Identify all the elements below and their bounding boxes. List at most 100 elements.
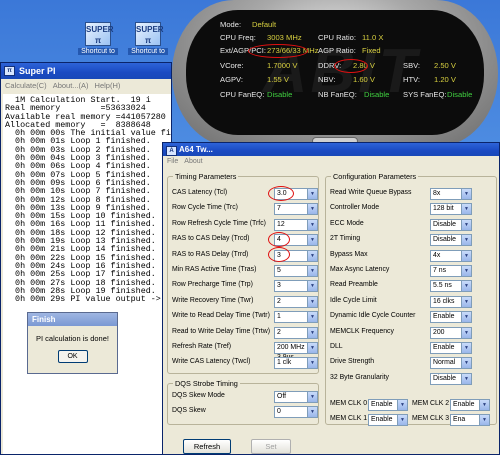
setting-dropdown[interactable]: 2 ▼ [274,326,318,339]
setting-dropdown[interactable]: 5.5 ns ▼ [430,280,472,293]
dropdown-arrow-icon[interactable]: ▼ [397,400,407,410]
setting-label: DQS Skew Mode [172,392,225,399]
dropdown-arrow-icon[interactable]: ▼ [461,235,471,246]
dropdown-arrow-icon[interactable]: ▼ [307,358,317,369]
setting-dropdown[interactable]: 1 ▼ [274,311,318,324]
menu-help[interactable]: Help(H) [95,79,121,92]
setting-label: RAS to CAS Delay (Trcd) [172,235,250,243]
dropdown-arrow-icon[interactable]: ▼ [461,189,471,199]
menu-about[interactable]: About [184,156,202,167]
refresh-button[interactable]: Refresh [183,439,231,454]
memclk-row: MEM CLK 3 Ena ▼ [412,414,492,427]
memclk-dropdown[interactable]: Enable ▼ [368,414,408,426]
dropdown-arrow-icon[interactable]: ▼ [479,415,489,425]
setting-row: Write CAS Latency (Twcl) 1 clk ▼ [172,357,318,370]
memclk-dropdown[interactable]: Ena ▼ [450,414,490,426]
dropdown-value: 5.5 ns [433,282,452,290]
dropdown-arrow-icon[interactable]: ▼ [307,219,317,230]
dropdown-value: Enable [371,401,393,408]
htv-value: 1.20 V [434,75,456,84]
setting-dropdown[interactable]: Normal ▼ [430,357,472,370]
setting-dropdown[interactable]: 128 bit ▼ [430,203,472,216]
dropdown-value: Enable [371,416,393,423]
setting-dropdown[interactable]: Enable ▼ [430,311,472,324]
memclk-label: MEM CLK 0 [330,400,368,407]
setting-label: Dynamic Idle Cycle Counter [330,312,416,320]
dropdown-arrow-icon[interactable]: ▼ [461,343,471,353]
setting-dropdown[interactable]: Disable ▼ [430,218,472,231]
setting-dropdown[interactable]: Disable ▼ [430,372,472,385]
menu-file[interactable]: File [167,156,178,167]
dropdown-arrow-icon[interactable]: ▼ [307,343,317,353]
cpu-freq-value: 3003 MHz [267,33,302,42]
memclk-dropdown[interactable]: Enable ▼ [368,399,408,411]
setting-dropdown[interactable]: 5 ▼ [274,265,318,277]
dropdown-arrow-icon[interactable]: ▼ [307,392,317,402]
nb-faneq-value: Disable [364,90,390,99]
setting-dropdown[interactable]: Enable ▼ [430,342,472,354]
setting-row: DQS Skew 0 ▼ [172,406,318,419]
dropdown-arrow-icon[interactable]: ▼ [461,312,471,323]
dropdown-arrow-icon[interactable]: ▼ [461,250,471,261]
super-pi-shortcut[interactable]: SUPER π Shortcut to [78,22,118,55]
group-title: Configuration Parameters [331,172,419,181]
dropdown-arrow-icon[interactable]: ▼ [461,296,471,307]
setting-dropdown[interactable]: 12 ▼ [274,218,318,231]
dropdown-arrow-icon[interactable]: ▼ [461,358,471,369]
dropdown-arrow-icon[interactable]: ▼ [461,373,471,384]
dropdown-arrow-icon[interactable]: ▼ [307,235,317,246]
setting-dropdown[interactable]: 2 ▼ [274,295,318,308]
htv-label: HTV: [403,75,421,84]
dropdown-arrow-icon[interactable]: ▼ [307,407,317,417]
dropdown-arrow-icon[interactable]: ▼ [307,281,317,292]
setting-dropdown[interactable]: 7 ▼ [274,203,318,216]
ok-button[interactable]: OK [57,350,88,363]
a64-titlebar[interactable]: A A64 Tw... [163,143,499,156]
setting-dropdown[interactable]: Disable ▼ [430,234,472,247]
setting-dropdown[interactable]: 0 ▼ [274,406,318,418]
setting-dropdown[interactable]: 7 ns ▼ [430,265,472,277]
dropdown-arrow-icon[interactable]: ▼ [461,327,471,338]
set-button[interactable]: Set [251,439,291,454]
dropdown-arrow-icon[interactable]: ▼ [461,219,471,230]
dropdown-arrow-icon[interactable]: ▼ [307,204,317,215]
setting-dropdown[interactable]: Off ▼ [274,391,318,403]
finish-titlebar[interactable]: Finish [28,313,117,326]
dropdown-arrow-icon[interactable]: ▼ [397,415,407,425]
dropdown-arrow-icon[interactable]: ▼ [307,189,317,199]
setting-row: RAS to CAS Delay (Trcd) 4 ▼ [172,234,318,247]
nb-faneq-label: NB FanEQ: [318,90,357,99]
dropdown-arrow-icon[interactable]: ▼ [461,281,471,292]
setting-dropdown[interactable]: 16 clks ▼ [430,295,472,308]
dropdown-arrow-icon[interactable]: ▼ [307,266,317,276]
setting-row: Idle Cycle Limit 16 clks ▼ [330,295,472,309]
setting-dropdown[interactable]: 4x ▼ [430,249,472,262]
setting-dropdown[interactable]: 8x ▼ [430,188,472,200]
setting-label: 32 Byte Granularity [330,373,389,381]
dropdown-arrow-icon[interactable]: ▼ [479,400,489,410]
setting-row: ECC Mode Disable ▼ [330,218,472,232]
agp-ratio-label: AGP Ratio: [318,46,356,55]
setting-dropdown[interactable]: 1 clk ▼ [274,357,318,370]
dropdown-arrow-icon[interactable]: ▼ [307,312,317,323]
dropdown-arrow-icon[interactable]: ▼ [307,250,317,261]
dropdown-value: 128 bit [433,205,454,213]
a64-tweaker-window: A A64 Tw... File About Timing Parameters… [162,142,500,455]
super-pi-titlebar[interactable]: π Super PI [1,63,171,79]
setting-label: 2T Timing [330,235,361,243]
abit-eq-display: ABIT Mode: Default CPU Freq: 3003 MHz CP… [186,10,484,135]
setting-dropdown[interactable]: 3 ▼ [274,280,318,293]
dropdown-arrow-icon[interactable]: ▼ [307,327,317,338]
setting-label: RAS to RAS Delay (Trrd) [172,250,249,258]
menu-about[interactable]: About...(A) [53,79,89,92]
memclk-dropdown[interactable]: Enable ▼ [450,399,490,411]
super-pi-shortcut-2[interactable]: SUPER π Shortcut to [128,22,168,55]
dropdown-arrow-icon[interactable]: ▼ [461,266,471,276]
dropdown-arrow-icon[interactable]: ▼ [461,204,471,215]
menu-calculate[interactable]: Calculate(C) [5,79,47,92]
setting-label: Write Recovery Time (Twr) [172,296,254,304]
dropdown-arrow-icon[interactable]: ▼ [307,296,317,307]
setting-dropdown[interactable]: 200 ▼ [430,326,472,339]
dropdown-value: Disable [433,220,456,228]
setting-dropdown[interactable]: 200 MHz 3.9us▼ [274,342,318,361]
